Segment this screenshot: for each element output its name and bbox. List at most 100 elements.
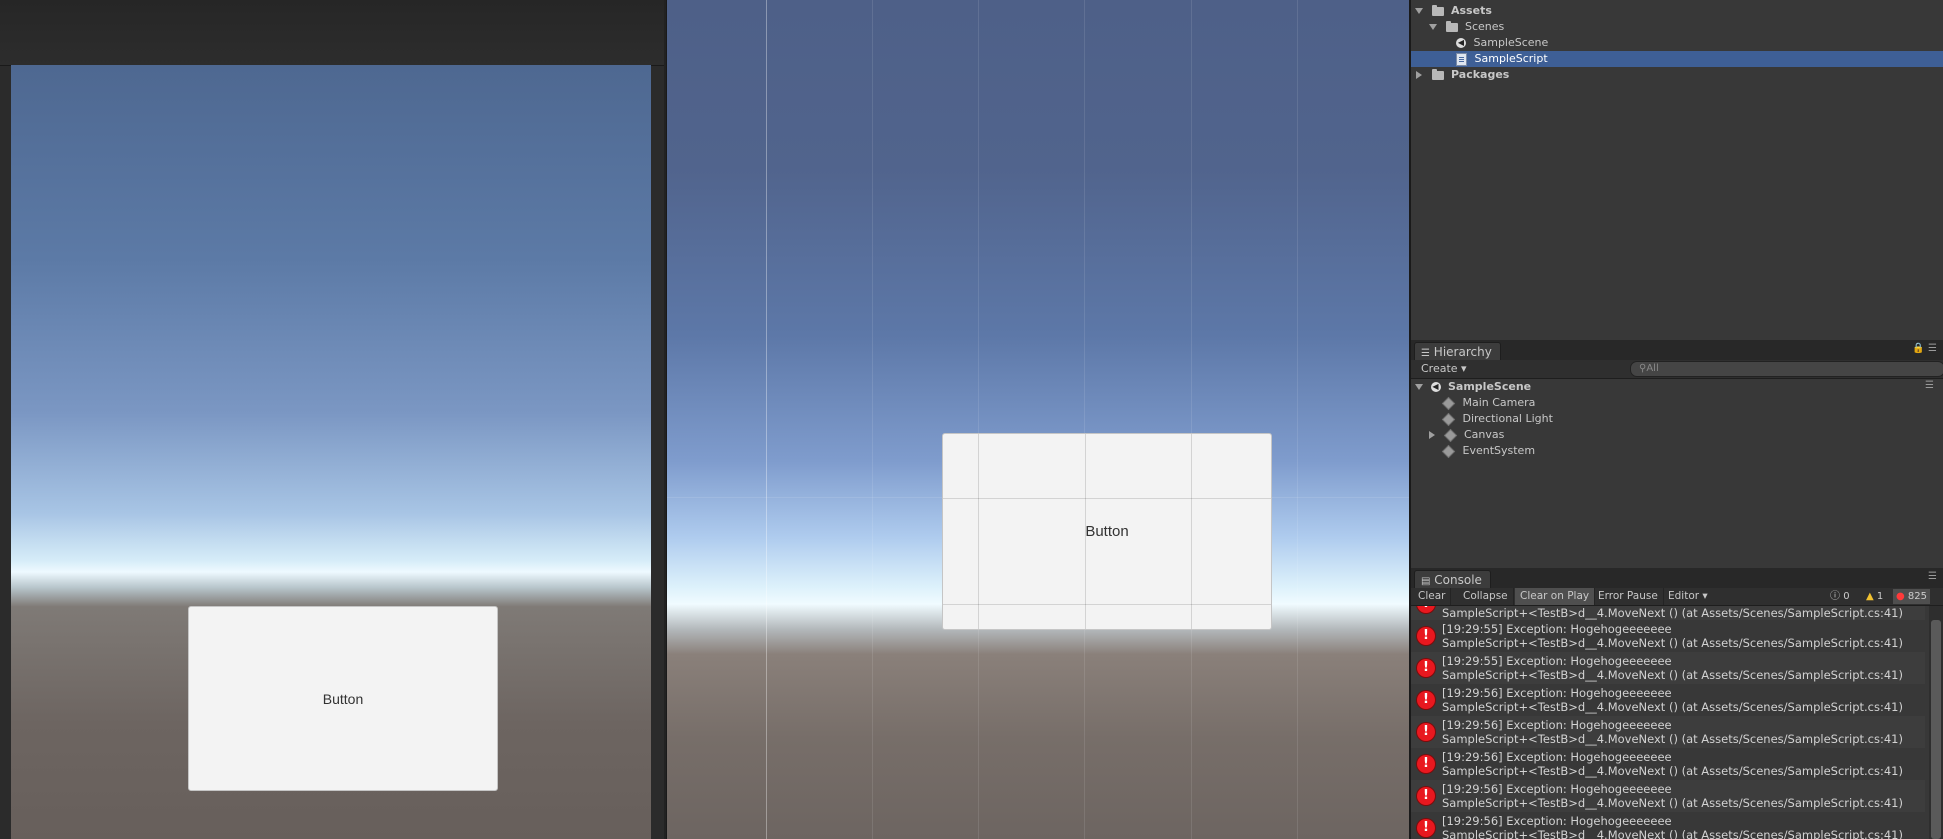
console-tab-strip: ▤ Console ☰ xyxy=(1411,568,1943,589)
tab-console[interactable]: ▤ Console xyxy=(1414,570,1491,589)
expand-arrow-icon[interactable] xyxy=(1415,8,1423,14)
error-icon: ! xyxy=(1417,723,1435,741)
hierarchy-item-directional-light[interactable]: Directional Light xyxy=(1441,411,1933,427)
tree-item-label: SampleScript xyxy=(1474,52,1548,65)
expand-arrow-icon[interactable] xyxy=(1416,71,1422,79)
tree-item-label: SampleScene xyxy=(1473,36,1549,49)
list-icon: ☰ xyxy=(1421,348,1430,359)
button-grid-line xyxy=(1191,434,1192,629)
button-grid-line xyxy=(943,498,1271,499)
button-grid-line xyxy=(978,434,979,629)
hierarchy-create-dropdown[interactable]: Create ▾ xyxy=(1421,361,1467,377)
button-grid-line xyxy=(943,604,1271,605)
panel-menu-icon[interactable]: ☰ xyxy=(1928,571,1937,582)
error-count-toggle[interactable]: ● 825 xyxy=(1893,589,1931,604)
scene-grid-line xyxy=(978,0,979,839)
hierarchy-item-main-camera[interactable]: Main Camera xyxy=(1441,395,1933,411)
game-view-toolbar xyxy=(0,0,664,66)
scene-grid-line xyxy=(872,0,873,839)
log-message: [19:29:56] Exception: Hogehogeeeeeee xyxy=(1442,718,1672,732)
gameobject-cube-icon xyxy=(1441,412,1456,426)
console-clear-on-play-button[interactable]: Clear on Play xyxy=(1515,588,1596,605)
error-icon: ! xyxy=(1417,787,1435,805)
scene-ui-button[interactable]: Button xyxy=(942,433,1272,630)
scene-grid-line xyxy=(766,0,767,839)
tree-item-samplescene[interactable]: ◀ SampleScene xyxy=(1456,35,1935,51)
hierarchy-item-eventsystem[interactable]: EventSystem xyxy=(1441,443,1933,459)
expand-arrow-icon[interactable] xyxy=(1429,24,1437,30)
game-ui-button[interactable]: Button xyxy=(188,606,498,791)
warning-count-toggle[interactable]: ▲ 1 xyxy=(1863,589,1886,604)
console-log-entry[interactable]: ! [19:29:55] Exception: Hogehogeeeeeee S… xyxy=(1411,620,1925,652)
unity-scene-icon: ◀ xyxy=(1430,382,1441,392)
warning-icon: ▲ xyxy=(1866,591,1874,602)
log-count-toggle[interactable]: ⓘ 0 xyxy=(1827,589,1853,604)
folder-icon xyxy=(1431,68,1444,80)
console-clear-button[interactable]: Clear xyxy=(1413,588,1452,605)
console-log-entry[interactable]: ! [19:29:56] Exception: Hogehogeeeeeee S… xyxy=(1411,748,1925,780)
error-icon: ! xyxy=(1417,691,1435,709)
log-stack-line: SampleScript+<TestB>d__4.MoveNext () (at… xyxy=(1442,732,1903,746)
log-message: [19:29:56] Exception: Hogehogeeeeeee xyxy=(1442,686,1672,700)
scene-ui-button-label: Button xyxy=(1085,523,1129,540)
hierarchy-item-label: EventSystem xyxy=(1462,444,1536,457)
tree-item-label: Packages xyxy=(1451,68,1510,81)
project-panel: Assets Scenes ◀ SampleScene SampleScript… xyxy=(1411,0,1943,340)
expand-arrow-icon[interactable] xyxy=(1429,431,1435,439)
gameobject-cube-icon xyxy=(1441,444,1456,458)
unity-scene-icon: ◀ xyxy=(1456,38,1466,48)
tab-hierarchy[interactable]: ☰ Hierarchy xyxy=(1414,342,1501,361)
error-icon: ● xyxy=(1896,591,1905,602)
warning-count: 1 xyxy=(1876,591,1884,602)
csharp-script-icon xyxy=(1456,52,1467,66)
hierarchy-item-canvas[interactable]: Canvas xyxy=(1429,427,1933,443)
tree-item-samplescript[interactable]: SampleScript xyxy=(1411,51,1943,67)
error-icon: ! xyxy=(1417,627,1435,645)
log-message: [19:29:56] Exception: Hogehogeeeeeee xyxy=(1442,750,1672,764)
error-icon: ! xyxy=(1417,755,1435,773)
console-log-entry[interactable]: ! [19:29:56] Exception: Hogehogeeeeeee S… xyxy=(1411,812,1925,839)
hierarchy-tab-strip: ☰ Hierarchy 🔒 ☰ xyxy=(1411,340,1943,361)
hierarchy-item-label: Directional Light xyxy=(1462,412,1553,425)
console-toolbar: Clear Collapse Clear on Play Error Pause… xyxy=(1411,588,1943,606)
error-count: 825 xyxy=(1907,591,1928,602)
error-icon: ! xyxy=(1417,606,1435,613)
hierarchy-item-label: Main Camera xyxy=(1462,396,1536,409)
console-editor-dropdown[interactable]: Editor ▾ xyxy=(1663,588,1713,605)
hierarchy-scene-root[interactable]: ◀ SampleScene xyxy=(1415,379,1935,395)
error-icon: ! xyxy=(1417,819,1435,837)
log-count: 0 xyxy=(1843,591,1850,602)
console-log-entry[interactable]: ! [19:29:56] Exception: Hogehogeeeeeee S… xyxy=(1411,684,1925,716)
tree-item-scenes[interactable]: Scenes xyxy=(1429,19,1935,35)
console-log-entry[interactable]: ! SampleScript+<TestB>d__4.MoveNext () (… xyxy=(1411,606,1925,620)
scene-view-panel[interactable]: Button xyxy=(666,0,1411,839)
console-scrollbar-thumb[interactable] xyxy=(1931,620,1941,839)
console-collapse-button[interactable]: Collapse xyxy=(1458,588,1514,605)
console-error-pause-button[interactable]: Error Pause xyxy=(1593,588,1664,605)
folder-icon xyxy=(1431,4,1444,16)
log-message: [19:29:55] Exception: Hogehogeeeeeee xyxy=(1442,622,1672,636)
log-stack-line: SampleScript+<TestB>d__4.MoveNext () (at… xyxy=(1442,764,1903,778)
log-stack-line: SampleScript+<TestB>d__4.MoveNext () (at… xyxy=(1442,828,1903,839)
hierarchy-search-input[interactable]: ⚲All xyxy=(1630,361,1943,377)
log-stack-line: SampleScript+<TestB>d__4.MoveNext () (at… xyxy=(1442,606,1903,620)
panel-menu-icon[interactable]: 🔒 ☰ xyxy=(1912,343,1937,354)
game-viewport[interactable]: Button xyxy=(11,65,651,839)
scene-options-icon[interactable]: ☰ xyxy=(1925,380,1934,391)
console-icon: ▤ xyxy=(1421,576,1431,587)
tab-label: Console xyxy=(1434,573,1482,587)
folder-icon xyxy=(1445,20,1458,32)
log-stack-line: SampleScript+<TestB>d__4.MoveNext () (at… xyxy=(1442,796,1903,810)
error-icon: ! xyxy=(1417,659,1435,677)
expand-arrow-icon[interactable] xyxy=(1415,384,1423,390)
log-stack-line: SampleScript+<TestB>d__4.MoveNext () (at… xyxy=(1442,700,1903,714)
tree-item-assets[interactable]: Assets xyxy=(1415,3,1935,19)
search-placeholder: All xyxy=(1646,363,1659,374)
console-log-entry[interactable]: ! [19:29:55] Exception: Hogehogeeeeeee S… xyxy=(1411,652,1925,684)
scene-grid-line xyxy=(1191,0,1192,839)
log-stack-line: SampleScript+<TestB>d__4.MoveNext () (at… xyxy=(1442,636,1903,650)
console-log-entry[interactable]: ! [19:29:56] Exception: Hogehogeeeeeee S… xyxy=(1411,780,1925,812)
tree-item-label: Scenes xyxy=(1465,20,1505,33)
console-log-entry[interactable]: ! [19:29:56] Exception: Hogehogeeeeeee S… xyxy=(1411,716,1925,748)
tree-item-packages[interactable]: Packages xyxy=(1415,67,1935,83)
